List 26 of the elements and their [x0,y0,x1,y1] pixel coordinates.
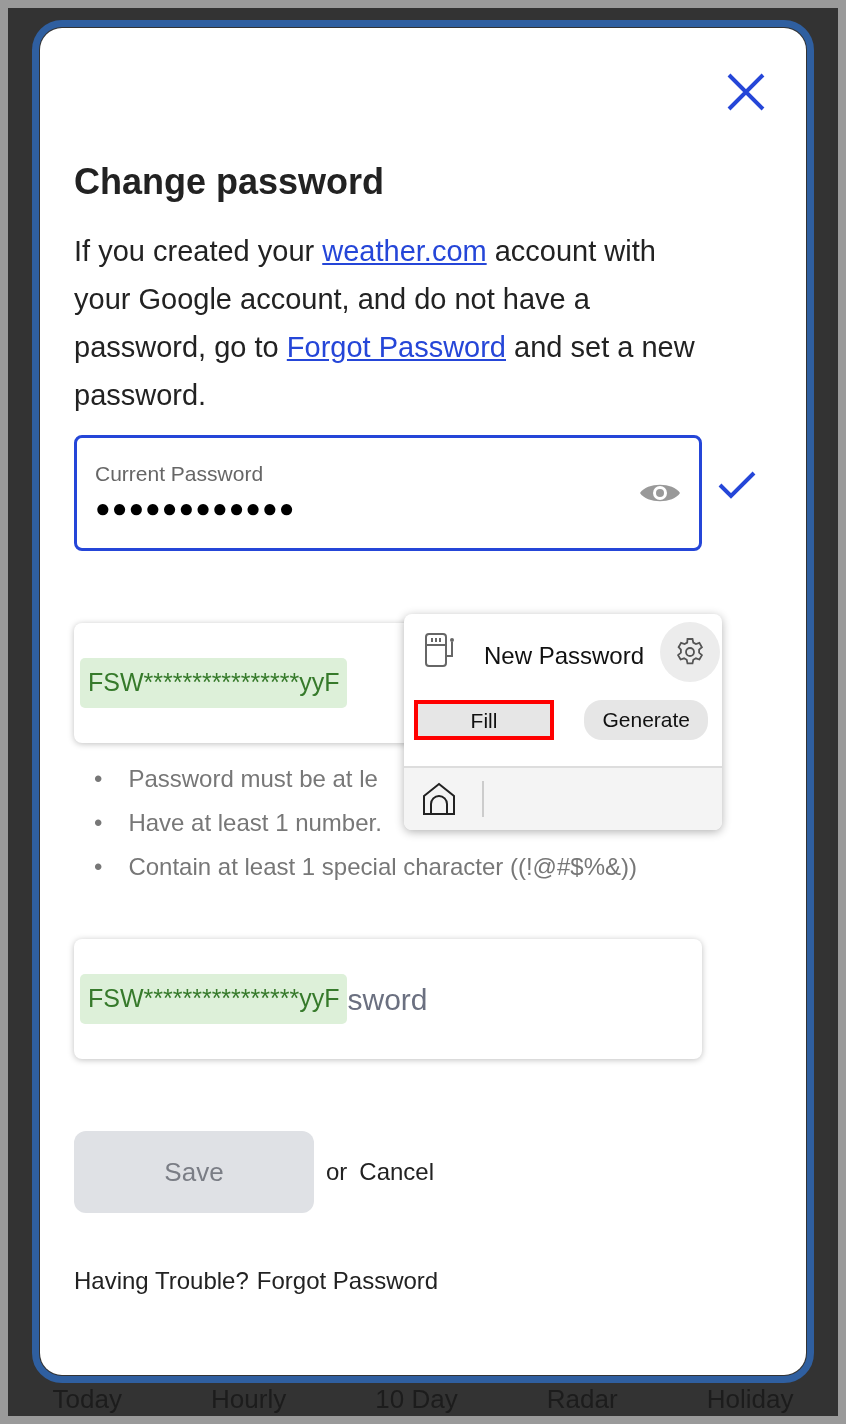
intro-text: If you created your weather.com account with your Google account, and do not have a password, go to Forgot Password and set a new password. [74,234,696,414]
close-icon[interactable] [726,72,766,112]
bullet: • [94,765,103,794]
autofill-value: FSW****************yyF [80,974,348,1024]
bullet: • [94,809,103,838]
or-text: or [326,1157,348,1188]
bullet: • [94,853,103,882]
requirement-text: Contain at least 1 special character ((!@#$%&)) [128,853,637,882]
popup-title: New Password [484,641,645,671]
generate-button[interactable]: Generate [584,700,708,740]
forgot-password-link[interactable]: Forgot Password [256,1263,439,1300]
text-link[interactable]: Forgot Password [286,331,506,364]
confirm-password-field[interactable]: FSW****************yyF sword [74,939,702,1060]
requirement-text: Have at least 1 number. [128,809,382,838]
text-link[interactable]: weather.com [322,235,487,268]
placeholder-text: sword [347,981,428,1018]
current-password-field[interactable]: Current Password ●●●●●●●●●●●● [74,435,702,552]
trouble-text: Having Trouble? [74,1266,249,1297]
pump-icon [424,632,456,668]
house-icon[interactable] [422,782,456,816]
dialog-title: Change password [74,160,386,204]
cancel-link[interactable]: Cancel [359,1154,435,1191]
field-label: Current Password [95,460,265,487]
autofill-value: FSW****************yyF [80,658,348,708]
password-value: ●●●●●●●●●●●● [95,492,297,526]
requirement-text: Password must be at le [128,765,378,794]
